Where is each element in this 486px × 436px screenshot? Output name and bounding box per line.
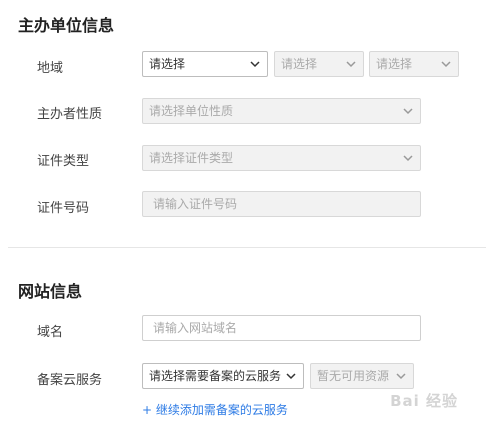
chevron-down-icon <box>346 61 356 68</box>
province-select-value: 请选择 <box>149 57 186 71</box>
org-nature-placeholder: 请选择单位性质 <box>149 104 234 118</box>
district-select[interactable]: 请选择 <box>369 51 459 77</box>
watermark-logo: Bai 经验 <box>390 392 458 410</box>
org-nature-select[interactable]: 请选择单位性质 <box>142 98 421 124</box>
chevron-down-icon <box>403 108 413 115</box>
cert-type-select[interactable]: 请选择证件类型 <box>142 145 421 171</box>
cert-type-placeholder: 请选择证件类型 <box>149 151 234 165</box>
cert-number-input[interactable]: 请输入证件号码 <box>142 191 421 217</box>
domain-input[interactable]: 请输入网站域名 <box>142 315 421 341</box>
section-title-website: 网站信息 <box>18 282 83 301</box>
chevron-down-icon <box>441 61 451 68</box>
chevron-down-icon <box>396 373 406 380</box>
section-divider <box>8 247 486 248</box>
chevron-down-icon <box>403 155 413 162</box>
org-nature-label: 主办者性质 <box>37 107 103 122</box>
region-label: 地域 <box>37 61 64 76</box>
cloud-service-select[interactable]: 请选择需要备案的云服务 <box>142 363 304 389</box>
cert-number-label: 证件号码 <box>37 201 90 216</box>
cloud-resource-select[interactable]: 暂无可用资源 <box>310 363 414 389</box>
cloud-service-label: 备案云服务 <box>37 373 103 388</box>
chevron-down-icon <box>286 373 296 380</box>
cloud-resource-value: 暂无可用资源 <box>317 369 390 383</box>
city-select-value: 请选择 <box>281 57 318 71</box>
district-select-value: 请选择 <box>376 57 413 71</box>
domain-label: 域名 <box>37 325 64 340</box>
cert-number-placeholder: 请输入证件号码 <box>153 197 238 211</box>
cloud-service-value: 请选择需要备案的云服务 <box>149 369 282 383</box>
domain-placeholder: 请输入网站域名 <box>153 321 238 335</box>
cert-type-label: 证件类型 <box>37 154 90 169</box>
add-cloud-service-link[interactable]: + 继续添加需备案的云服务 <box>142 401 288 418</box>
chevron-down-icon <box>250 61 260 68</box>
province-select[interactable]: 请选择 <box>142 51 268 77</box>
section-title-organizer: 主办单位信息 <box>18 16 115 35</box>
city-select[interactable]: 请选择 <box>274 51 364 77</box>
